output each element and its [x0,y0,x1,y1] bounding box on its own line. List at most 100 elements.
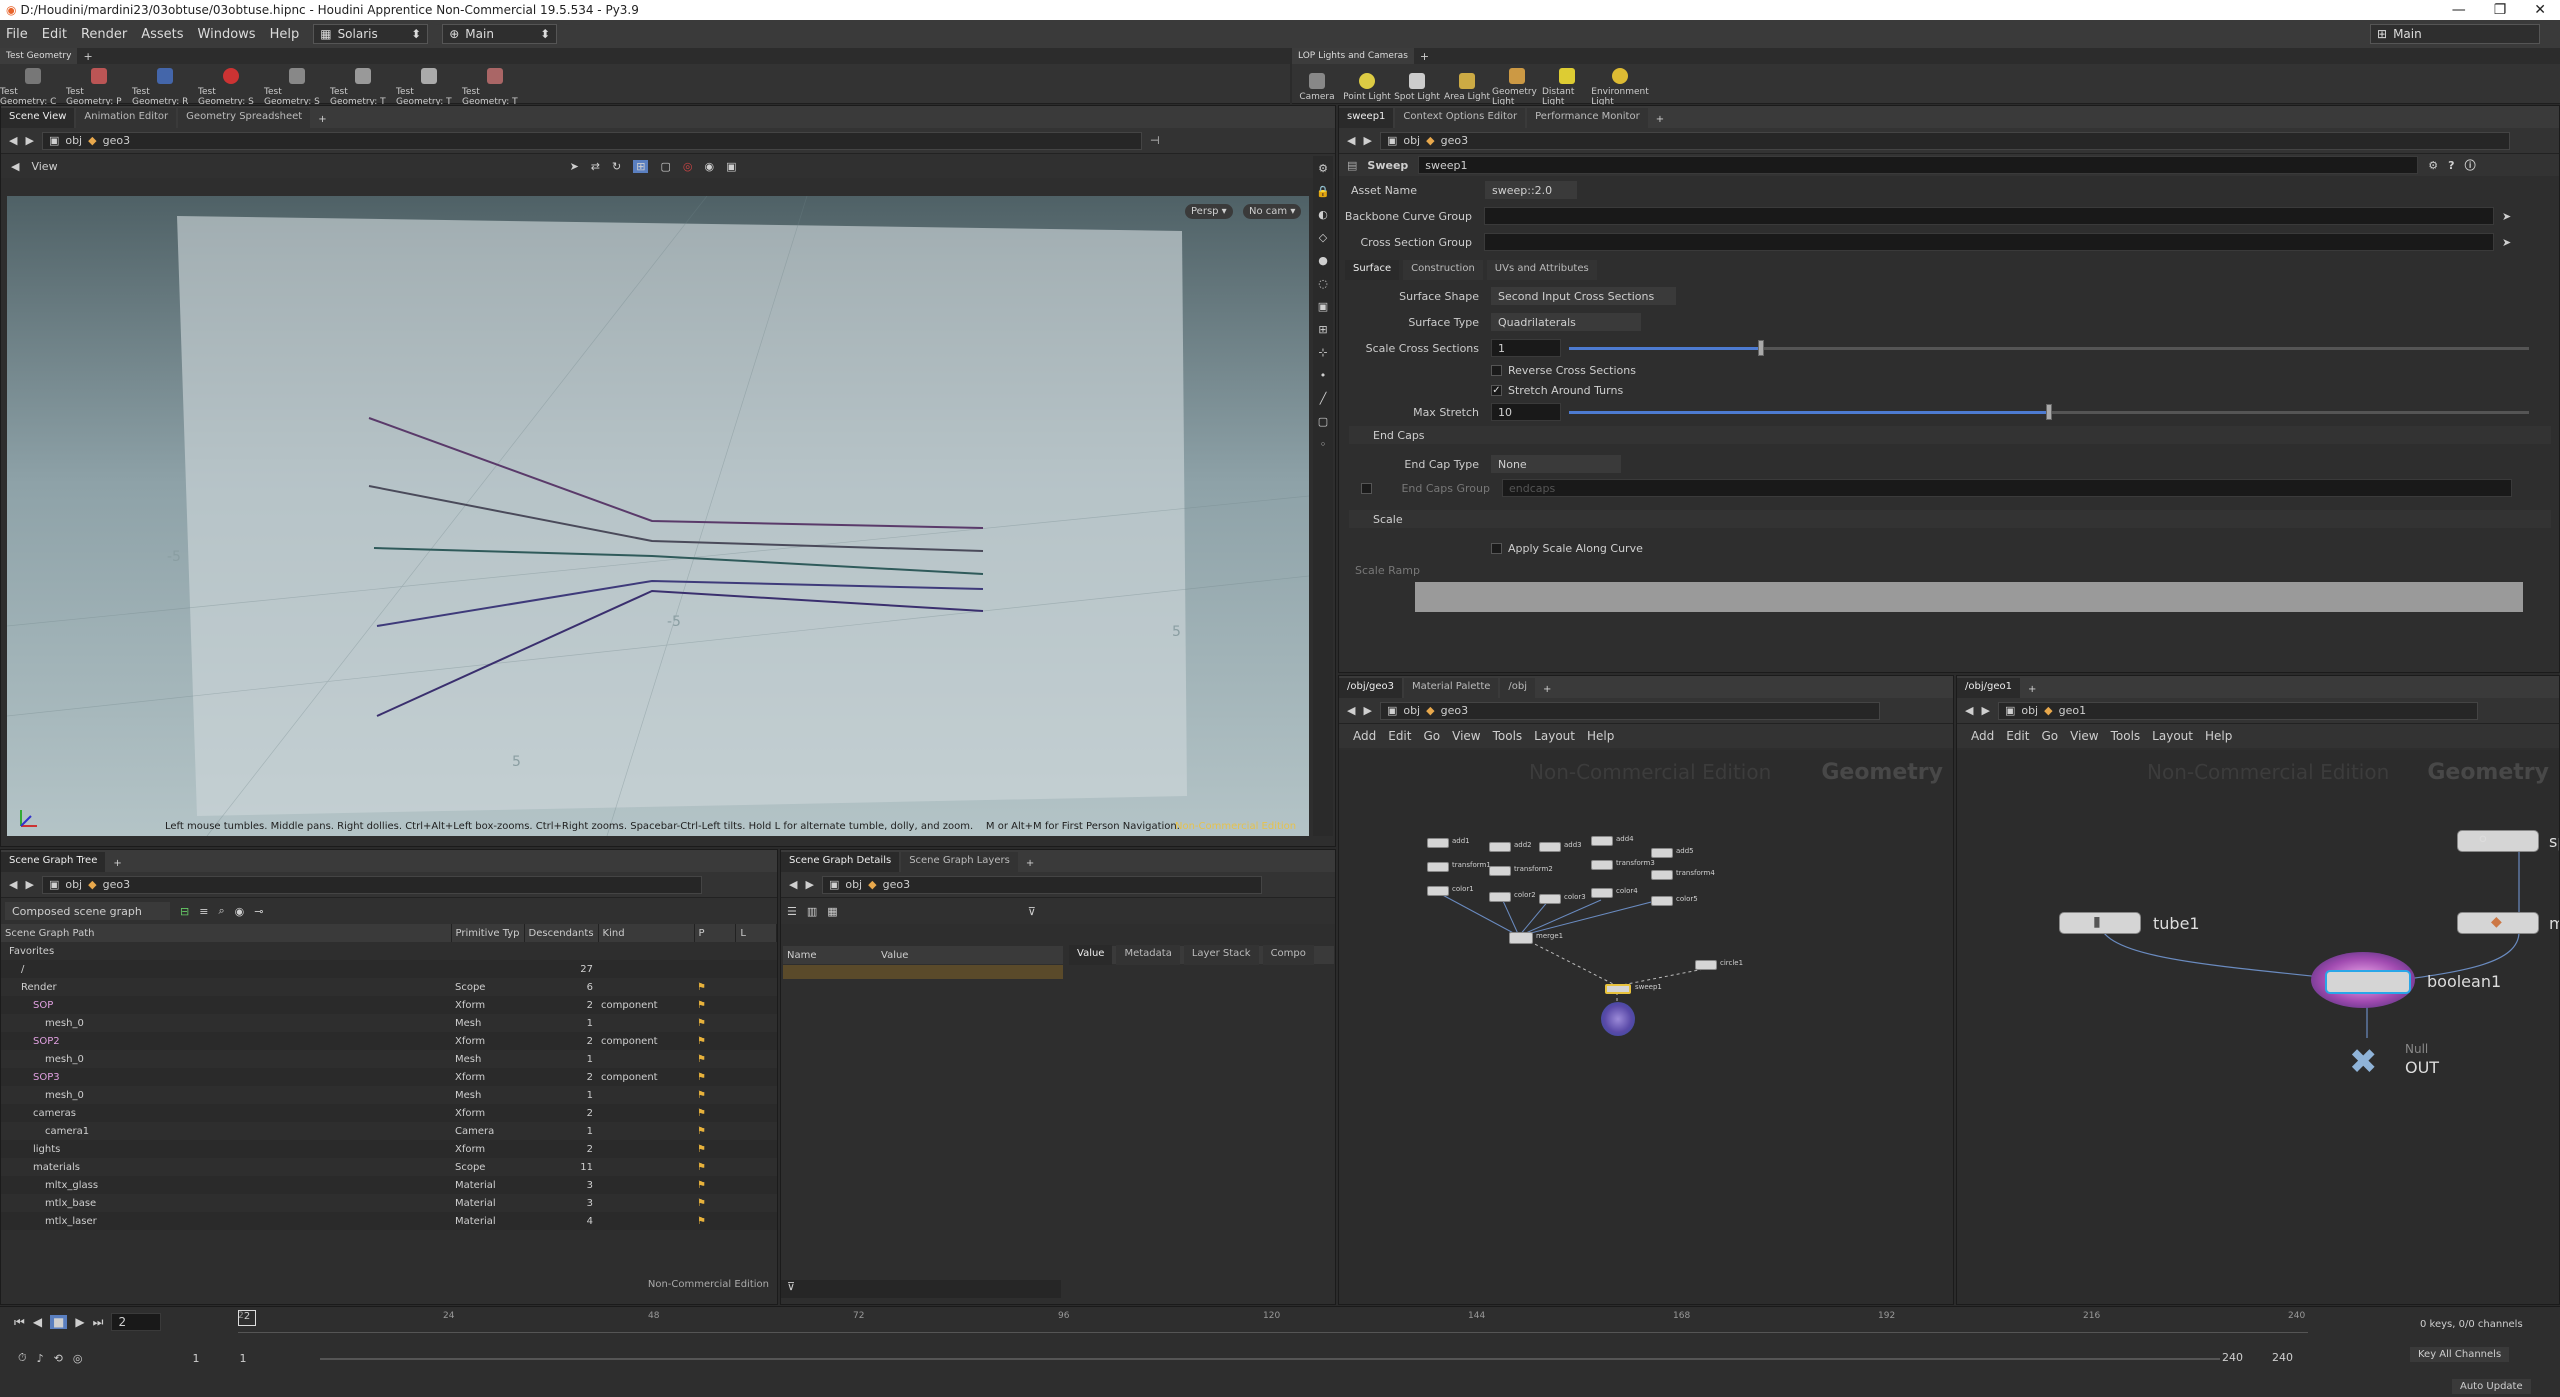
split-view-icon[interactable]: ▥ [807,905,817,918]
select-tool-icon[interactable]: ➤ [570,160,579,173]
context-dropdown[interactable]: ⊕ Main ⬍ [442,24,558,44]
tab-scene-graph-tree[interactable]: Scene Graph Tree [1,852,106,872]
visibility-icon[interactable]: ⚑ [693,1194,777,1212]
max-stretch-slider[interactable] [1569,403,2529,420]
tool-spot-light[interactable]: Spot Light [1392,69,1442,102]
table-row[interactable]: materials Scope 11 ⚑ [1,1158,777,1176]
node-add3[interactable] [1539,842,1561,852]
menu-view[interactable]: View [1452,729,1480,743]
menu-render[interactable]: Render [81,27,127,42]
menu-tools[interactable]: Tools [2111,729,2141,743]
prim-icon[interactable]: ▢ [1318,415,1328,428]
visibility-icon[interactable]: ⚑ [693,1032,777,1050]
camera-icon[interactable]: ▣ [1318,300,1328,313]
menu-add[interactable]: Add [1353,729,1376,743]
table-row[interactable]: mtlx_base Material 3 ⚑ [1,1194,777,1212]
pin-icon[interactable]: ⊣ [1150,134,1160,147]
col-path[interactable]: Scene Graph Path [1,924,452,942]
node-sphere1[interactable] [2457,830,2539,852]
visibility-icon[interactable]: ⚑ [693,978,777,996]
select-arrow-icon[interactable]: ➤ [2502,210,2511,223]
back-arrow-icon[interactable]: ◀ [9,134,17,147]
shade-icon[interactable]: ● [1318,254,1328,267]
list-view-icon[interactable]: ☰ [787,905,797,918]
grid-icon[interactable]: ⊞ [1318,323,1327,336]
add-tab-icon[interactable]: + [1020,855,1040,872]
add-tab-icon[interactable]: + [107,855,127,872]
maximize-button[interactable]: ❐ [2494,2,2507,18]
tool-distant-light[interactable]: Distant Light [1542,64,1592,107]
menu-windows[interactable]: Windows [198,27,256,42]
scale-cross-field[interactable]: 1 [1491,339,1561,357]
tab-obj-geo3[interactable]: /obj/geo3 [1339,678,1402,698]
menu-edit[interactable]: Edit [1388,729,1411,743]
add-tab-icon[interactable]: + [1650,111,1670,128]
tab-context-options[interactable]: Context Options Editor [1395,108,1526,128]
visibility-icon[interactable]: ⚑ [693,1050,777,1068]
tab-animation-editor[interactable]: Animation Editor [76,108,177,128]
tab-sweep1[interactable]: sweep1 [1339,108,1394,128]
scene-graph-mode-dropdown[interactable]: Composed scene graph [5,902,170,920]
columns-icon[interactable]: ▦ [827,905,837,918]
eye-icon[interactable]: ◉ [235,905,245,918]
menu-tools[interactable]: Tools [1493,729,1523,743]
forward-arrow-icon[interactable]: ▶ [1981,704,1989,717]
col-name[interactable]: Name [783,950,881,961]
back-arrow-icon[interactable]: ◀ [789,878,797,891]
table-row[interactable]: Favorites [1,942,777,960]
network-canvas[interactable]: Non-Commercial Edition Geometry ⚪ sphere… [1957,750,2559,1304]
scale-section[interactable]: Scale [1349,510,2551,528]
table-row[interactable]: lights Xform 2 ⚑ [1,1140,777,1158]
snap-icon[interactable]: ⊹ [1318,346,1327,359]
persp-menu[interactable]: Persp ▾ [1185,204,1233,219]
tool-test-geometry-s2[interactable]: Test Geometry: S [264,64,330,107]
stop-icon[interactable]: ■ [50,1315,68,1329]
timeline-ruler[interactable]: 2 24 48 72 96 120 144 168 192 216 240 [238,1311,2308,1333]
table-row[interactable]: SOP2 Xform 2 component ⚑ [1,1032,777,1050]
node-transform4[interactable] [1651,870,1673,880]
forward-arrow-icon[interactable]: ▶ [805,878,813,891]
realtime-icon[interactable]: ⏱ [18,1351,27,1365]
subtab-uvs[interactable]: UVs and Attributes [1486,260,1597,280]
menu-help[interactable]: Help [270,27,300,42]
subtab-construction[interactable]: Construction [1403,260,1483,280]
jump-end-icon[interactable]: ⏭ [93,1315,104,1330]
subtab-surface[interactable]: Surface [1345,260,1400,280]
visibility-icon[interactable]: ⚑ [693,1104,777,1122]
add-tab-icon[interactable]: + [2022,681,2042,698]
node-transform1[interactable] [1427,862,1449,872]
right-desktop-dropdown[interactable]: ⊞ Main [2370,24,2540,44]
select-arrow-icon[interactable]: ➤ [2502,236,2511,249]
tab-value[interactable]: Value [1069,945,1113,965]
surface-type-dropdown[interactable]: Quadrilaterals [1491,313,1641,331]
table-row[interactable]: mltx_glass Material 3 ⚑ [1,1176,777,1194]
filter-bar[interactable]: ⊽ [781,1280,1061,1298]
network-path[interactable]: ▣ obj ◆ geo3 [1379,131,2510,150]
table-row[interactable]: mesh_0 Mesh 1 ⚑ [1,1086,777,1104]
node-transform2[interactable] [1489,866,1511,876]
visibility-icon[interactable]: ⚑ [693,1014,777,1032]
node-transform3[interactable] [1591,860,1613,870]
visibility-icon[interactable]: ⚑ [693,1086,777,1104]
point-icon[interactable]: • [1320,369,1327,382]
desktop-dropdown[interactable]: ▦ Solaris ⬍ [313,24,429,44]
selected-row[interactable] [783,965,1063,979]
tool-test-geometry-t3[interactable]: Test Geometry: T [462,64,528,107]
table-row[interactable]: SOP3 Xform 2 component ⚑ [1,1068,777,1086]
visibility-icon[interactable]: ⚑ [693,1158,777,1176]
backbone-field[interactable] [1484,207,2494,225]
endcaps-group-checkbox[interactable] [1361,482,1372,494]
search-icon[interactable]: ⌕ [218,904,224,918]
table-row[interactable]: / 27 [1,960,777,978]
menu-edit[interactable]: Edit [2006,729,2029,743]
transform-tool-icon[interactable]: ⇄ [591,160,600,173]
tool-geometry-light[interactable]: Geometry Light [1492,64,1542,107]
edge-icon[interactable]: ╱ [1320,392,1327,405]
menu-help[interactable]: Help [2205,729,2232,743]
network-canvas[interactable]: Non-Commercial Edition Geometry add1 add… [1339,750,1953,1304]
add-tab-icon[interactable]: + [83,50,92,63]
rotate-tool-icon[interactable]: ↻ [612,160,621,173]
menu-add[interactable]: Add [1971,729,1994,743]
camera-icon[interactable]: ▣ [726,160,736,173]
handle-tool-icon[interactable]: ⊞ [633,159,649,173]
